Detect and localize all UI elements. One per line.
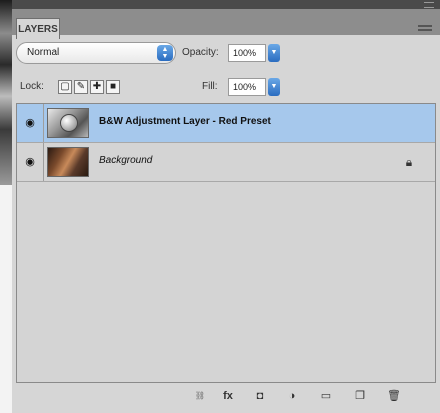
link-icon[interactable]: ⛓: [192, 388, 208, 404]
adjustment-icon[interactable]: ◑: [284, 388, 300, 404]
group-icon[interactable]: ▭: [318, 388, 334, 404]
panel-menu-icon[interactable]: [418, 25, 432, 35]
background-canvas: [0, 185, 12, 413]
lock-all-icon[interactable]: ■: [106, 80, 120, 94]
layers-panel: LAYERS Normal ▲ ▼ Opacity: 100% ▼ Lock: ▢…: [12, 0, 440, 413]
lock-position-icon[interactable]: ✚: [90, 80, 104, 94]
grip-icon: [424, 2, 434, 8]
layer-name: B&W Adjustment Layer - Red Preset: [99, 116, 271, 127]
divider: [43, 104, 44, 142]
layer-name: Background: [99, 155, 153, 166]
tab-strip: LAYERS: [12, 9, 440, 39]
blend-mode-select[interactable]: Normal ▲ ▼: [16, 42, 176, 64]
opacity-input[interactable]: 100%: [228, 44, 266, 62]
background-photo: [0, 0, 12, 185]
fx-icon[interactable]: fx: [220, 388, 236, 404]
mask-icon[interactable]: ◘: [252, 388, 268, 404]
layer-thumbnail: [47, 147, 89, 177]
eye-icon[interactable]: ◉: [20, 115, 40, 131]
trash-icon[interactable]: 🗑︎: [386, 388, 402, 404]
eye-icon[interactable]: ◉: [20, 154, 40, 170]
layers-toolbar: ⛓ fx ◘ ◑ ▭ ❐ 🗑︎: [16, 386, 436, 406]
divider: [43, 143, 44, 181]
opacity-dropdown-button[interactable]: ▼: [268, 44, 280, 62]
layer-row[interactable]: ◉ Background 🔒︎: [17, 143, 435, 182]
layer-thumbnail: [47, 108, 89, 138]
layer-row[interactable]: ◉ B&W Adjustment Layer - Red Preset: [17, 104, 435, 143]
tab-layers[interactable]: LAYERS: [16, 18, 60, 39]
opacity-label: Opacity:: [182, 47, 219, 58]
lock-image-icon[interactable]: ✎: [74, 80, 88, 94]
panel-title-bar[interactable]: [12, 0, 440, 9]
lock-transparent-icon[interactable]: ▢: [58, 80, 72, 94]
layers-list: ◉ B&W Adjustment Layer - Red Preset ◉ Ba…: [16, 103, 436, 383]
lock-icon: 🔒︎: [405, 155, 413, 169]
new-layer-icon[interactable]: ❐: [352, 388, 368, 404]
select-arrows-icon: ▲ ▼: [157, 45, 173, 61]
fill-label: Fill:: [202, 81, 218, 92]
fill-dropdown-button[interactable]: ▼: [268, 78, 280, 96]
fill-input[interactable]: 100%: [228, 78, 266, 96]
lock-label: Lock:: [20, 81, 44, 92]
blend-mode-value: Normal: [27, 47, 60, 58]
